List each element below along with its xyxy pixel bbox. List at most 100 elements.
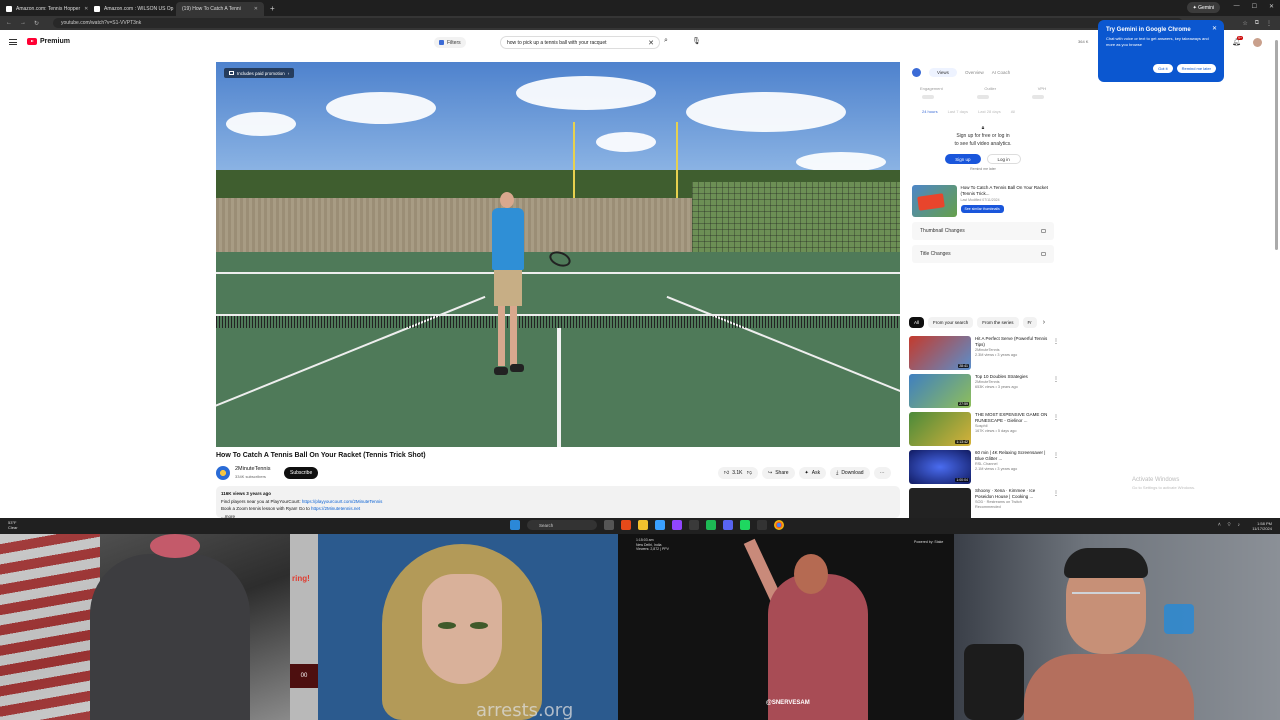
app-icon[interactable] (621, 520, 631, 530)
description-link[interactable]: https://2Minutetennis.net (311, 506, 360, 511)
browser-tab-active[interactable]: (19) How To Catch A Tenni ✕ (0, 2, 264, 36)
taskbar-search[interactable]: Search (527, 520, 597, 530)
video-player[interactable]: Includes paid promotion › (216, 62, 900, 447)
more-dots-icon[interactable]: ⋮ (1053, 414, 1059, 421)
download-button[interactable]: ⤓ Download (830, 467, 870, 479)
close-tab-icon[interactable]: ✕ (254, 6, 258, 12)
network-icon[interactable]: ⌔ (1227, 522, 1232, 528)
share-button[interactable]: ↪ Share (762, 467, 795, 479)
minimize-icon[interactable]: — (1234, 3, 1240, 10)
file-explorer-icon[interactable] (638, 520, 648, 530)
related-video[interactable]: 28:41 Hit A Perfect Serve (Powerful Tenn… (909, 336, 1061, 374)
volume-icon[interactable]: ♪ (1238, 522, 1241, 528)
tab-ai-coach[interactable]: AI Coach (992, 70, 1011, 75)
filters-button[interactable]: Filters (434, 37, 466, 48)
menu-dots-icon[interactable]: ⋮ (1266, 20, 1272, 27)
more-dots-icon[interactable]: ⋮ (1053, 376, 1059, 383)
got-it-button[interactable]: Got it (1153, 64, 1173, 73)
close-icon[interactable]: ✕ (1212, 25, 1217, 32)
twitch-icon[interactable] (672, 520, 682, 530)
related-video[interactable]: 1:00:04 60 min | 4K Relaxing Screensaver… (909, 450, 1061, 488)
hamburger-menu-icon[interactable] (9, 39, 17, 45)
reload-icon[interactable]: ↻ (34, 20, 39, 27)
cloud (686, 92, 846, 132)
sign-up-button[interactable]: Sign up (945, 154, 981, 164)
task-view-icon[interactable] (604, 520, 614, 530)
more-dots-icon[interactable]: ⋮ (1053, 338, 1059, 345)
channel-avatar[interactable] (216, 466, 230, 480)
like-button[interactable]: 👍︎ 3.1K 👎︎ (718, 467, 758, 479)
discord-icon[interactable] (723, 520, 733, 530)
player-shorts (494, 270, 522, 306)
range-option[interactable]: All (1011, 109, 1015, 114)
youtube-logo[interactable]: Premium (27, 38, 70, 45)
tab-views[interactable]: Views (929, 67, 957, 77)
tab-overview[interactable]: Overview (965, 70, 984, 75)
ask-button[interactable]: ✦ Ask (798, 467, 827, 479)
analytics-stats: Engagement Outlier VPH (912, 86, 1054, 91)
person-eye (470, 622, 488, 629)
chip-from-your-search[interactable]: From your search (928, 317, 974, 328)
browser-tab[interactable]: Amazon.com : WILSON US Op✕ (88, 2, 176, 16)
range-option[interactable]: Last 7 days (948, 109, 968, 114)
chevron-right-icon[interactable]: › (1043, 319, 1045, 326)
range-option[interactable]: Last 28 days (978, 109, 1001, 114)
notifications-bell-icon[interactable]: 🔔︎ 9+ (1232, 36, 1243, 46)
chip-from-the-series[interactable]: From the series (977, 317, 1019, 328)
gemini-button[interactable]: ✦ Gemini (1186, 2, 1220, 13)
video-description[interactable]: 116K views 3 years ago Find players near… (216, 486, 900, 519)
chip-truncated[interactable]: Fr (1022, 317, 1037, 328)
thumbnail-changes-row[interactable]: Thumbnail Changes (912, 222, 1054, 240)
account-avatar[interactable] (1253, 38, 1262, 47)
more-actions-button[interactable]: ⋯ (873, 467, 891, 479)
similar-thumbnails-button[interactable]: See similar thumbnails (960, 205, 1004, 213)
channel-name[interactable]: 2MinuteTennis (235, 466, 270, 472)
remind-later-link[interactable]: Remind me later (912, 167, 1054, 171)
analytics-tabs: Views Overview AI Coach (912, 66, 1054, 78)
back-icon[interactable]: ← (6, 20, 12, 27)
more-dots-icon[interactable]: ⋮ (1053, 490, 1059, 497)
maximize-icon[interactable]: ☐ (1252, 3, 1257, 10)
tray-chevron-icon[interactable]: ˄ (1218, 522, 1221, 528)
extensions-icon[interactable]: ⧉ (1255, 20, 1259, 27)
search-icon[interactable]: ⌕ (664, 37, 676, 49)
subscribe-button[interactable]: Subscribe (284, 467, 319, 479)
bookmark-star-icon[interactable]: ☆ (1242, 20, 1247, 27)
description-link[interactable]: https://playyourcourt.com/2MinuteTennis (302, 499, 383, 504)
watermark-sub: Go to Settings to activate Windows. (1132, 485, 1196, 490)
nav-buttons: ← → ↻ (6, 20, 39, 27)
chip-all[interactable]: All (909, 317, 925, 328)
range-option[interactable]: 24 hours (922, 109, 938, 114)
video-fence (216, 198, 692, 256)
search-input[interactable]: how to pick up a tennis ball with your r… (500, 36, 660, 49)
microphone-icon[interactable]: 🎙︎ (692, 37, 701, 45)
forward-icon[interactable]: → (20, 20, 26, 27)
close-window-icon[interactable]: ✕ (1269, 3, 1274, 10)
chrome-icon[interactable] (774, 520, 784, 530)
remind-later-button[interactable]: Remind me later (1176, 64, 1216, 73)
weather-widget[interactable]: 53°F Clear (8, 520, 18, 530)
browser-tab[interactable]: Amazon.com: Tennis Hopper ✕ (0, 2, 88, 16)
stream-panel-3: 1:15:03 am New Delhi, India Viewers: 2,8… (618, 534, 954, 720)
url-field[interactable]: youtube.com/watch?v=S1-VVPT3nk (53, 18, 1184, 28)
related-video[interactable]: 1:13:42 THE MOST EXPENSIVE GAME ON RUNES… (909, 412, 1061, 450)
edge-icon[interactable] (655, 520, 665, 530)
video-actions: 👍︎ 3.1K 👎︎ ↪ Share ✦ Ask ⤓ Download ⋯ (718, 467, 891, 479)
analytics-video-card[interactable]: How To Catch A Tennis Ball On Your Racke… (912, 185, 1054, 217)
app-icon[interactable] (757, 520, 767, 530)
log-in-button[interactable]: Log in (986, 154, 1021, 164)
related-video[interactable]: 27:59 Top 10 Doubles Strategies 2MinuteTe… (909, 374, 1061, 412)
start-windows-icon[interactable] (510, 520, 520, 530)
title-changes-row[interactable]: Title Changes (912, 245, 1054, 263)
clear-search-icon[interactable]: ✕ (648, 39, 654, 47)
page-scrollbar[interactable] (1275, 40, 1278, 250)
stream-panel-2: arrests.org (318, 534, 618, 720)
new-tab-icon[interactable]: + (270, 4, 275, 13)
spotify-icon[interactable] (706, 520, 716, 530)
paid-promotion-badge[interactable]: Includes paid promotion › (224, 68, 295, 78)
app-icon[interactable] (740, 520, 750, 530)
thumbs-down-icon[interactable]: 👎︎ (746, 470, 752, 476)
more-dots-icon[interactable]: ⋮ (1053, 452, 1059, 459)
taskbar-clock[interactable]: 1:58 PM 11/17/2024 (1252, 521, 1272, 531)
app-icon[interactable] (689, 520, 699, 530)
